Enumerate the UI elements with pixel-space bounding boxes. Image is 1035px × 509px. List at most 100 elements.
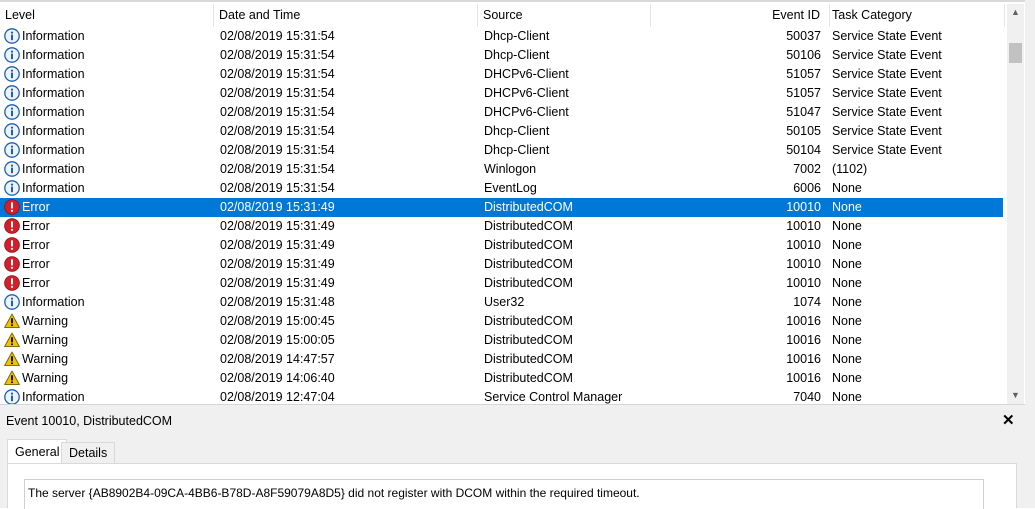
cell-source: DistributedCOM <box>484 314 573 328</box>
cell-event-id: 7040 <box>793 390 821 404</box>
cell-date-time: 02/08/2019 15:31:49 <box>220 200 335 214</box>
cell-task-category: None <box>832 352 862 366</box>
table-row[interactable]: Warning 02/08/2019 14:47:57 DistributedCOM… <box>0 350 1003 369</box>
table-row[interactable]: Information 02/08/2019 15:31:54 DHCPv6-Cli… <box>0 65 1003 84</box>
cell-level: Warning <box>22 333 69 347</box>
event-description-box[interactable]: The server {AB8902B4-09CA-4BB6-B78D-A8F5… <box>24 479 984 509</box>
cell-level: Error <box>22 238 50 252</box>
cell-event-id: 10016 <box>786 314 821 328</box>
cell-task-category: None <box>832 238 862 252</box>
cell-level: Warning <box>22 371 69 385</box>
cell-source: User32 <box>484 295 525 309</box>
cell-task-category: Service State Event <box>832 67 942 81</box>
cell-level: Warning <box>22 352 69 366</box>
column-header-source[interactable]: Source <box>478 4 651 27</box>
info-icon <box>4 85 20 101</box>
table-row[interactable]: Information 02/08/2019 15:31:54 Winlogon 70… <box>0 160 1003 179</box>
vertical-scrollbar[interactable]: ▲ ▼ <box>1007 4 1024 404</box>
table-row[interactable]: Information 02/08/2019 15:31:54 DHCPv6-Cli… <box>0 84 1003 103</box>
cell-level: Error <box>22 276 50 290</box>
tab-general[interactable]: General <box>7 439 68 464</box>
column-header-task-category[interactable]: Task Category <box>827 4 1005 27</box>
table-row[interactable]: Information 02/08/2019 15:31:54 Dhcp-Clien… <box>0 27 1003 46</box>
scrollbar-thumb[interactable] <box>1009 43 1022 63</box>
table-row[interactable]: Information 02/08/2019 15:31:54 Dhcp-Clien… <box>0 141 1003 160</box>
cell-source: Dhcp-Client <box>484 48 550 62</box>
table-row[interactable]: Error 02/08/2019 15:31:49 DistributedCOM 10… <box>0 198 1003 217</box>
cell-task-category: None <box>832 295 862 309</box>
cell-date-time: 02/08/2019 15:31:49 <box>220 276 335 290</box>
tab-details[interactable]: Details <box>61 442 116 463</box>
table-row[interactable]: Warning 02/08/2019 14:06:40 DistributedCOM… <box>0 369 1003 388</box>
column-header-level[interactable]: Level <box>0 4 214 27</box>
info-icon <box>4 28 20 44</box>
cell-source: Dhcp-Client <box>484 124 550 138</box>
table-row[interactable]: Error 02/08/2019 15:31:49 DistributedCOM 10… <box>0 274 1003 293</box>
cell-event-id: 10016 <box>786 371 821 385</box>
cell-event-id: 50106 <box>786 48 821 62</box>
cell-source: DHCPv6-Client <box>484 105 569 119</box>
event-list: Level Date and Time Source Event ID Task… <box>0 0 1035 404</box>
scroll-down-icon[interactable]: ▼ <box>1007 387 1024 404</box>
top-border <box>0 0 1035 2</box>
table-row[interactable]: Information 02/08/2019 15:31:54 Dhcp-Clien… <box>0 46 1003 65</box>
scroll-up-icon[interactable]: ▲ <box>1007 4 1024 21</box>
close-icon[interactable]: ✕ <box>1002 411 1015 429</box>
cell-date-time: 02/08/2019 15:31:49 <box>220 257 335 271</box>
cell-date-time: 02/08/2019 15:31:54 <box>220 67 335 81</box>
table-row[interactable]: Information 02/08/2019 15:31:54 DHCPv6-Cli… <box>0 103 1003 122</box>
cell-task-category: None <box>832 219 862 233</box>
cell-source: DistributedCOM <box>484 371 573 385</box>
cell-level: Information <box>22 105 85 119</box>
cell-task-category: None <box>832 181 862 195</box>
cell-date-time: 02/08/2019 15:31:48 <box>220 295 335 309</box>
cell-source: DistributedCOM <box>484 257 573 271</box>
info-icon <box>4 161 20 177</box>
cell-date-time: 02/08/2019 15:31:54 <box>220 29 335 43</box>
cell-event-id: 7002 <box>793 162 821 176</box>
column-header-event-id[interactable]: Event ID <box>651 4 830 27</box>
cell-task-category: Service State Event <box>832 29 942 43</box>
cell-event-id: 10010 <box>786 219 821 233</box>
cell-task-category: Service State Event <box>832 86 942 100</box>
table-row[interactable]: Information 02/08/2019 15:31:54 Dhcp-Clien… <box>0 122 1003 141</box>
cell-event-id: 51057 <box>786 67 821 81</box>
info-icon <box>4 294 20 310</box>
column-header-date[interactable]: Date and Time <box>214 4 478 27</box>
cell-date-time: 02/08/2019 15:31:54 <box>220 124 335 138</box>
table-row[interactable]: Error 02/08/2019 15:31:49 DistributedCOM 10… <box>0 255 1003 274</box>
cell-task-category: None <box>832 200 862 214</box>
cell-source: DistributedCOM <box>484 333 573 347</box>
cell-date-time: 02/08/2019 15:31:54 <box>220 181 335 195</box>
cell-event-id: 51047 <box>786 105 821 119</box>
error-icon <box>4 256 20 272</box>
warning-icon <box>4 370 20 386</box>
cell-date-time: 02/08/2019 14:47:57 <box>220 352 335 366</box>
error-icon <box>4 218 20 234</box>
table-row[interactable]: Error 02/08/2019 15:31:49 DistributedCOM 10… <box>0 236 1003 255</box>
warning-icon <box>4 351 20 367</box>
error-icon <box>4 275 20 291</box>
general-tab-panel: The server {AB8902B4-09CA-4BB6-B78D-A8F5… <box>7 463 1017 509</box>
cell-level: Information <box>22 29 85 43</box>
cell-task-category: None <box>832 314 862 328</box>
table-row[interactable]: Information 02/08/2019 15:31:48 User32 1074… <box>0 293 1003 312</box>
cell-event-id: 50105 <box>786 124 821 138</box>
event-description-text: The server {AB8902B4-09CA-4BB6-B78D-A8F5… <box>28 486 640 500</box>
table-row[interactable]: Warning 02/08/2019 15:00:05 DistributedCOM… <box>0 331 1003 350</box>
error-icon <box>4 199 20 215</box>
info-icon <box>4 142 20 158</box>
cell-source: DistributedCOM <box>484 238 573 252</box>
info-icon <box>4 47 20 63</box>
cell-source: DistributedCOM <box>484 276 573 290</box>
error-icon <box>4 237 20 253</box>
cell-level: Information <box>22 48 85 62</box>
cell-date-time: 02/08/2019 15:00:45 <box>220 314 335 328</box>
cell-event-id: 51057 <box>786 86 821 100</box>
cell-level: Information <box>22 181 85 195</box>
table-row[interactable]: Warning 02/08/2019 15:00:45 DistributedCOM… <box>0 312 1003 331</box>
table-row[interactable]: Information 02/08/2019 15:31:54 EventLog 60… <box>0 179 1003 198</box>
cell-task-category: Service State Event <box>832 48 942 62</box>
table-row[interactable]: Error 02/08/2019 15:31:49 DistributedCOM 10… <box>0 217 1003 236</box>
table-row[interactable]: Information 02/08/2019 12:47:04 Service Co… <box>0 388 1003 404</box>
